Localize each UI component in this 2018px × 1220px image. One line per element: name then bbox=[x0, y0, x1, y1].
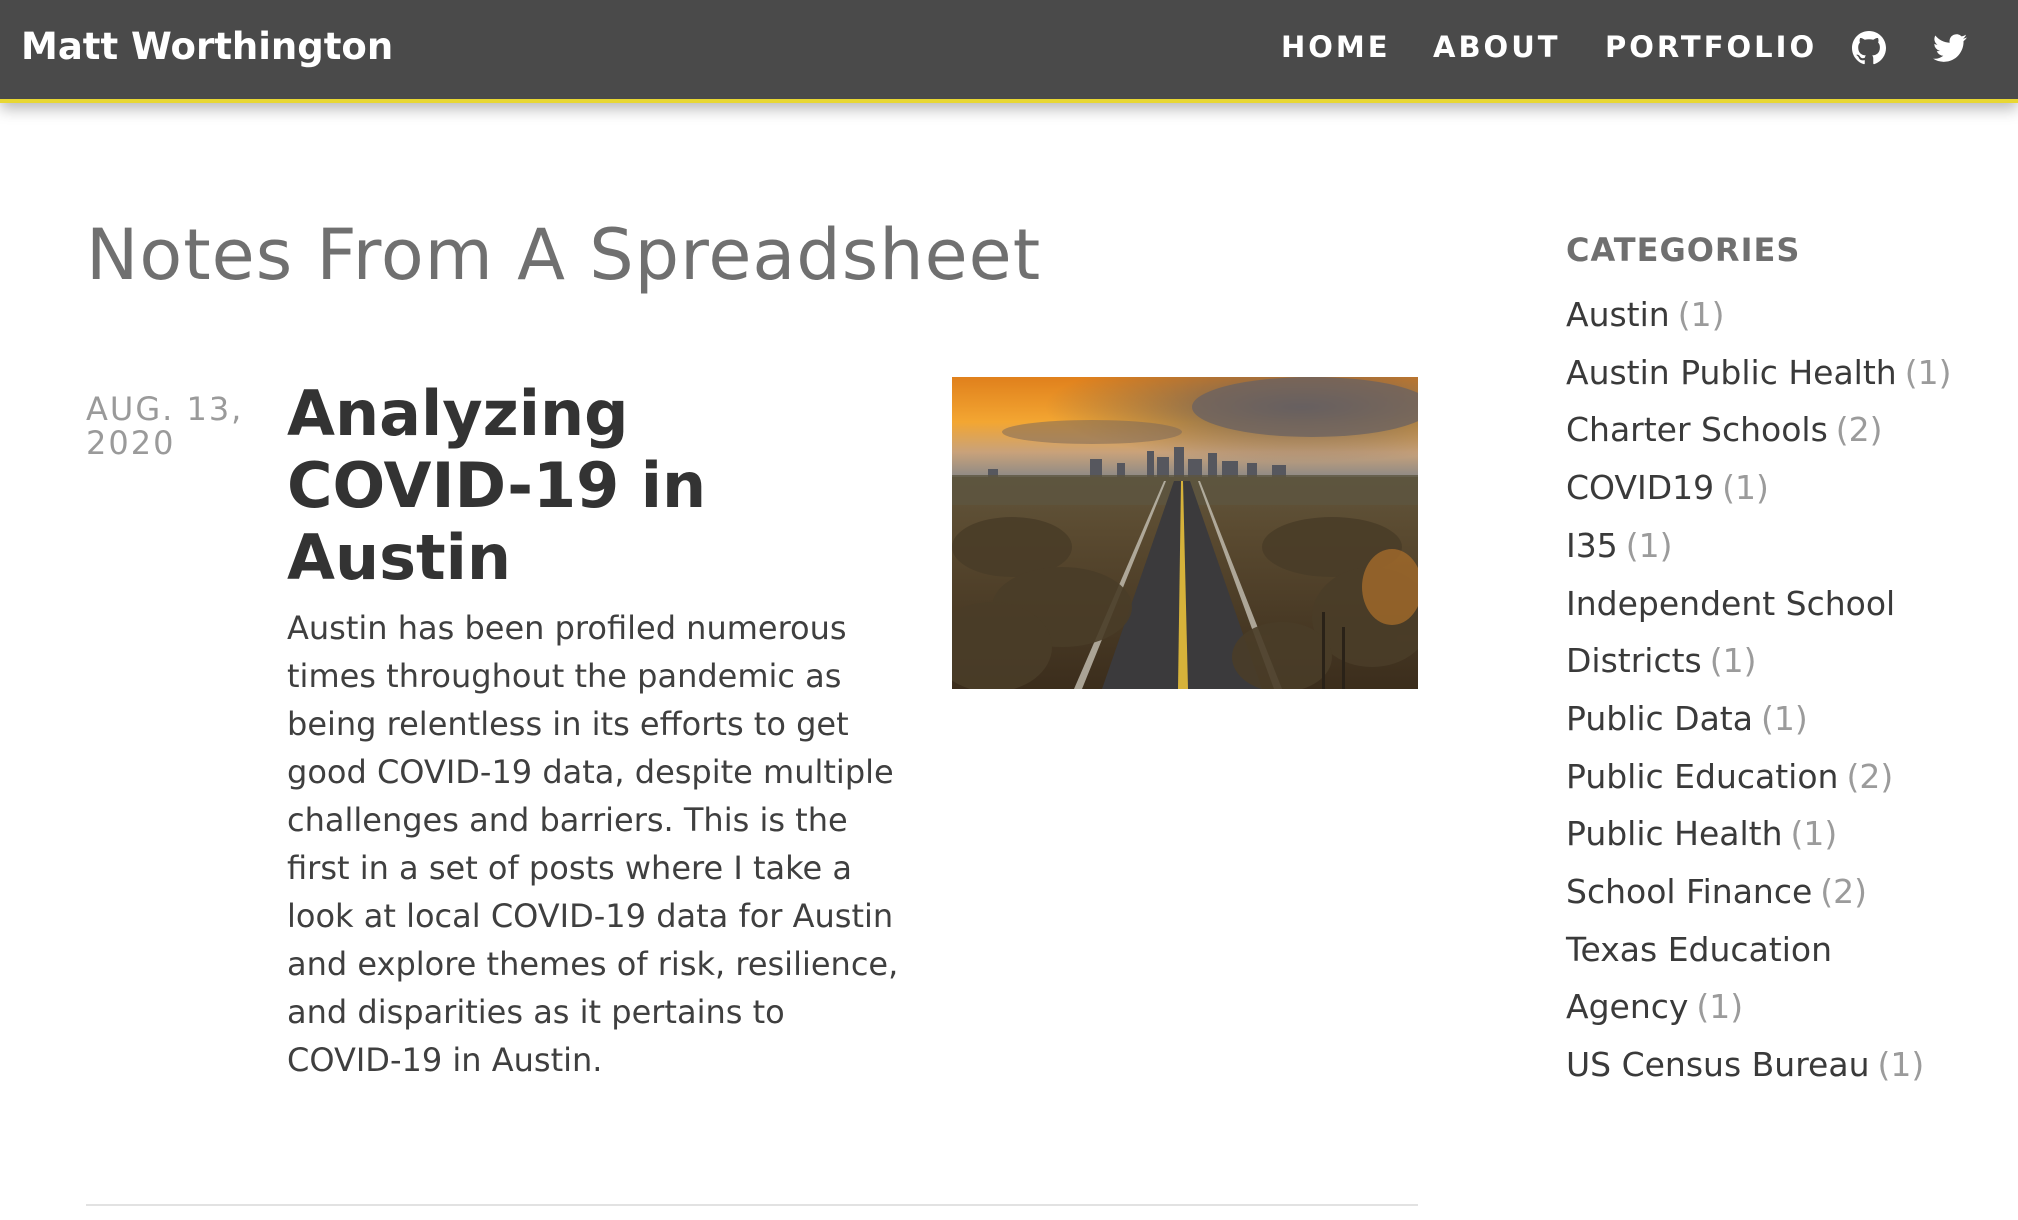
category-item[interactable]: Public Health (1) bbox=[1566, 805, 2006, 863]
category-item[interactable]: Public Data (1) bbox=[1566, 690, 2006, 748]
category-link[interactable]: Charter Schools bbox=[1566, 410, 1828, 449]
category-link[interactable]: School Finance bbox=[1566, 872, 1812, 911]
category-count: (1) bbox=[1760, 698, 1808, 738]
category-item[interactable]: Public Education (2) bbox=[1566, 748, 2006, 806]
post-title-link[interactable]: Analyzing COVID-19 in Austin bbox=[287, 378, 877, 594]
nav-home-link[interactable]: HOME bbox=[1281, 27, 1391, 67]
category-count: (1) bbox=[1625, 525, 1673, 565]
category-link[interactable]: Public Data bbox=[1566, 699, 1753, 738]
twitter-icon[interactable] bbox=[1933, 31, 1967, 65]
category-link[interactable]: Public Health bbox=[1566, 814, 1783, 853]
category-count: (2) bbox=[1846, 756, 1894, 796]
category-item[interactable]: I35 (1) bbox=[1566, 517, 2006, 575]
category-item[interactable]: Charter Schools (2) bbox=[1566, 401, 2006, 459]
categories-list: Austin (1) Austin Public Health (1) Charte… bbox=[1566, 286, 2006, 1094]
post-thumbnail-image[interactable] bbox=[952, 377, 1418, 689]
categories-sidebar: CATEGORIES Austin (1) Austin Public Healt… bbox=[1566, 228, 2006, 1094]
category-link[interactable]: COVID19 bbox=[1566, 468, 1714, 507]
category-count: (1) bbox=[1696, 987, 1744, 1027]
nav-about-link[interactable]: ABOUT bbox=[1433, 27, 1561, 67]
category-link[interactable]: US Census Bureau bbox=[1566, 1045, 1869, 1084]
github-icon[interactable] bbox=[1852, 31, 1886, 65]
category-count: (1) bbox=[1904, 352, 1952, 392]
category-link[interactable]: Austin bbox=[1566, 295, 1670, 334]
nav-portfolio-link[interactable]: PORTFOLIO bbox=[1605, 27, 1817, 67]
category-link[interactable]: Public Education bbox=[1566, 757, 1838, 796]
category-count: (1) bbox=[1722, 468, 1769, 508]
category-count: (2) bbox=[1835, 410, 1883, 450]
category-item[interactable]: COVID19 (1) bbox=[1566, 459, 2006, 517]
category-link[interactable]: I35 bbox=[1566, 526, 1618, 565]
category-item[interactable]: Independent School Districts (1) bbox=[1566, 575, 2006, 690]
category-count: (2) bbox=[1820, 872, 1868, 912]
post-divider bbox=[86, 1204, 1418, 1206]
categories-heading: CATEGORIES bbox=[1566, 231, 1801, 269]
category-item[interactable]: Austin (1) bbox=[1566, 286, 2006, 344]
category-count: (1) bbox=[1790, 814, 1838, 854]
category-item[interactable]: School Finance (2) bbox=[1566, 863, 2006, 921]
category-count: (1) bbox=[1877, 1045, 1925, 1085]
category-count: (1) bbox=[1677, 295, 1725, 334]
category-item[interactable]: US Census Bureau (1) bbox=[1566, 1036, 2006, 1094]
post-excerpt: Austin has been profiled numerous times … bbox=[287, 609, 899, 1079]
post-date: AUG. 13, 2020 bbox=[86, 390, 244, 462]
site-brand-link[interactable]: Matt Worthington bbox=[21, 22, 393, 72]
category-link[interactable]: Austin Public Health bbox=[1566, 353, 1897, 392]
category-item[interactable]: Texas Education Agency (1) bbox=[1566, 921, 2006, 1036]
category-count: (1) bbox=[1709, 641, 1757, 681]
page-title: Notes From A Spreadsheet bbox=[86, 214, 1042, 296]
top-navbar: Matt Worthington HOME ABOUT PORTFOLIO bbox=[0, 0, 2018, 103]
category-item[interactable]: Austin Public Health (1) bbox=[1566, 344, 2006, 402]
